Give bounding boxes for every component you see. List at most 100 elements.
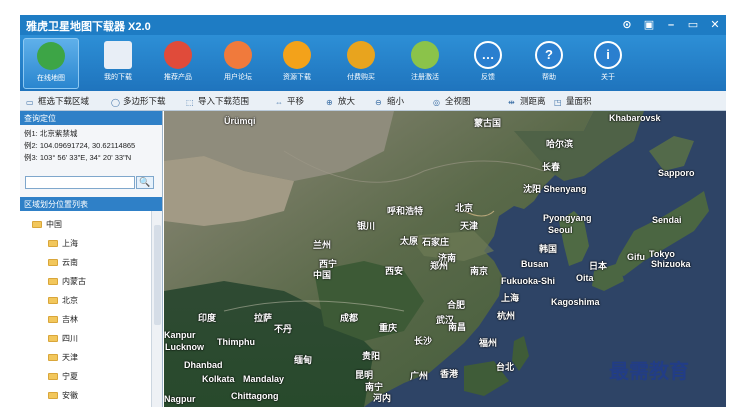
map-label: Khabarovsk (609, 113, 661, 123)
close-button[interactable]: ✕ (704, 15, 726, 35)
map-label: 福州 (479, 338, 498, 348)
skin-icon[interactable]: ⊙ (616, 15, 638, 35)
map-label: 哈尔滨 (546, 139, 574, 149)
ribbon: 在线地图 我的下载 推荐产品 用户论坛 资源下载 付费购买 注册激活 … 反馈? 帮助 i 关于 (20, 35, 726, 91)
ribbon-button-5[interactable]: 资源下载 (269, 38, 325, 89)
polygon-icon: ◯ (111, 98, 120, 107)
map-label: 拉萨 (254, 313, 273, 323)
cart-icon (347, 41, 375, 69)
toolbar-label: 框选下载区域 (38, 96, 90, 106)
help-icon: ? (535, 41, 563, 69)
search-example-2: 例2: 104.09691724, 30.62114865 (24, 141, 136, 150)
map-label: 南京 (470, 266, 489, 276)
tree-item[interactable]: 内蒙古 (48, 274, 86, 290)
map-label: Shizuoka (651, 259, 691, 269)
map-label: 中国 (313, 270, 332, 280)
folder-icon (48, 259, 58, 266)
toolbar-label: 量面积 (566, 96, 592, 106)
ribbon-button-6[interactable]: 付费购买 (333, 38, 389, 89)
tree-item[interactable]: 北京 (48, 293, 78, 309)
map-label: Tokyo (649, 249, 675, 259)
map-label: 河内 (373, 393, 392, 403)
scrollbar-thumb[interactable] (154, 225, 161, 325)
ribbon-button-3[interactable]: 推荐产品 (150, 38, 206, 89)
minimize-button[interactable]: – (660, 15, 682, 35)
map-label: 上海 (501, 293, 520, 303)
tree-item-label: 云南 (62, 258, 78, 267)
tree-item[interactable]: 上海 (48, 236, 78, 252)
search-icon[interactable]: 🔍 (136, 176, 154, 189)
map-label: 贵阳 (362, 351, 381, 361)
map-label: 印度 (198, 313, 217, 323)
toolbar-button-1[interactable]: ▭ 框选下载区域 (26, 95, 89, 107)
toolbar-button-4[interactable]: ⇔ 平移 (275, 95, 304, 107)
map-label: Sendai (652, 215, 682, 225)
toolbar-button-7[interactable]: ◎ 全视图 (433, 95, 471, 107)
pan-icon: ⇔ (275, 98, 283, 107)
map-label: 银川 (357, 221, 376, 231)
tree-item-label: 内蒙古 (62, 277, 86, 286)
ribbon-button-10[interactable]: i 关于 (580, 38, 636, 89)
folder-icon (48, 316, 58, 323)
ribbon-label: 我的下载 (104, 74, 132, 81)
toolbar-label: 缩小 (387, 96, 405, 106)
folder-icon (32, 221, 42, 228)
folder-icon (48, 392, 58, 399)
toolbar-button-2[interactable]: ◯ 多边形下载 (111, 95, 166, 107)
map-label: 沈阳 Shenyang (523, 184, 587, 194)
toolbar-label: 平移 (287, 96, 305, 106)
tree-item[interactable]: 云南 (48, 255, 78, 271)
map-toolbar: ▭ 框选下载区域 ◯ 多边形下载 ⬚ 导入下载范围 ⇔ 平移 ⊕ 放大 ⊖ 缩小 ◎ 全视图 ⇹ 测距离 ◳ 量面… (20, 91, 726, 111)
ribbon-button-1[interactable]: 在线地图 (23, 38, 79, 89)
ribbon-button-8[interactable]: … 反馈 (460, 38, 516, 89)
toolbar-button-9[interactable]: ◳ 量面积 (554, 95, 592, 107)
window-controls: ⊙ ▣ – ▭ ✕ (616, 15, 726, 35)
ribbon-label: 注册激活 (411, 74, 439, 81)
ribbon-button-2[interactable]: 我的下载 (90, 38, 146, 89)
ribbon-button-9[interactable]: ? 帮助 (521, 38, 577, 89)
tree-root[interactable]: 中国 (32, 217, 62, 233)
toolbar-button-5[interactable]: ⊕ 放大 (326, 95, 355, 107)
tree-item[interactable]: 天津 (48, 350, 78, 366)
map-label: 天津 (460, 221, 479, 231)
tree-item[interactable]: 吉林 (48, 312, 78, 328)
map-label: 长春 (542, 162, 561, 172)
toolbar-button-8[interactable]: ⇹ 测距离 (508, 95, 546, 107)
rect-select-icon: ▭ (26, 98, 34, 107)
watermark-logo: 最需教育 (609, 359, 689, 383)
tree-item-label: 四川 (62, 334, 78, 343)
tree-item[interactable]: 四川 (48, 331, 78, 347)
maximize-button[interactable]: ▭ (682, 15, 704, 35)
map-label: Kanpur (164, 330, 196, 340)
tree-item[interactable]: 安徽 (48, 388, 78, 404)
tree-item[interactable]: 宁夏 (48, 369, 78, 385)
toolbar-label: 导入下载范围 (198, 96, 250, 106)
map-label: Oita (576, 273, 594, 283)
map-label: 杭州 (497, 311, 516, 321)
ribbon-label: 推荐产品 (164, 74, 192, 81)
resources-icon (283, 41, 311, 69)
tree-scrollbar[interactable] (151, 211, 162, 407)
ribbon-label: 关于 (601, 74, 615, 81)
map-label: 西安 (385, 266, 404, 276)
map-label: 不丹 (274, 324, 293, 334)
folder-icon (48, 335, 58, 342)
ribbon-label: 付费购买 (347, 74, 375, 81)
map-label: Lucknow (165, 342, 205, 352)
map-label: 广州 (410, 371, 429, 381)
zoom-in-icon: ⊕ (326, 98, 333, 107)
ribbon-button-7[interactable]: 注册激活 (397, 38, 453, 89)
globe-icon (37, 42, 65, 70)
area-icon: ◳ (554, 98, 562, 107)
toolbar-button-3[interactable]: ⬚ 导入下载范围 (186, 95, 249, 107)
ribbon-button-4[interactable]: 用户论坛 (210, 38, 266, 89)
toolbar-button-6[interactable]: ⊖ 缩小 (375, 95, 404, 107)
map-label: 日本 (589, 261, 608, 271)
map-label: 石家庄 (422, 237, 450, 247)
search-input[interactable] (25, 176, 135, 189)
map-label: Mandalay (243, 374, 285, 384)
tree-item-label: 天津 (62, 353, 78, 362)
map-label: Kagoshima (551, 297, 600, 307)
ribbon-label: 在线地图 (37, 75, 65, 82)
options-icon[interactable]: ▣ (638, 15, 660, 35)
